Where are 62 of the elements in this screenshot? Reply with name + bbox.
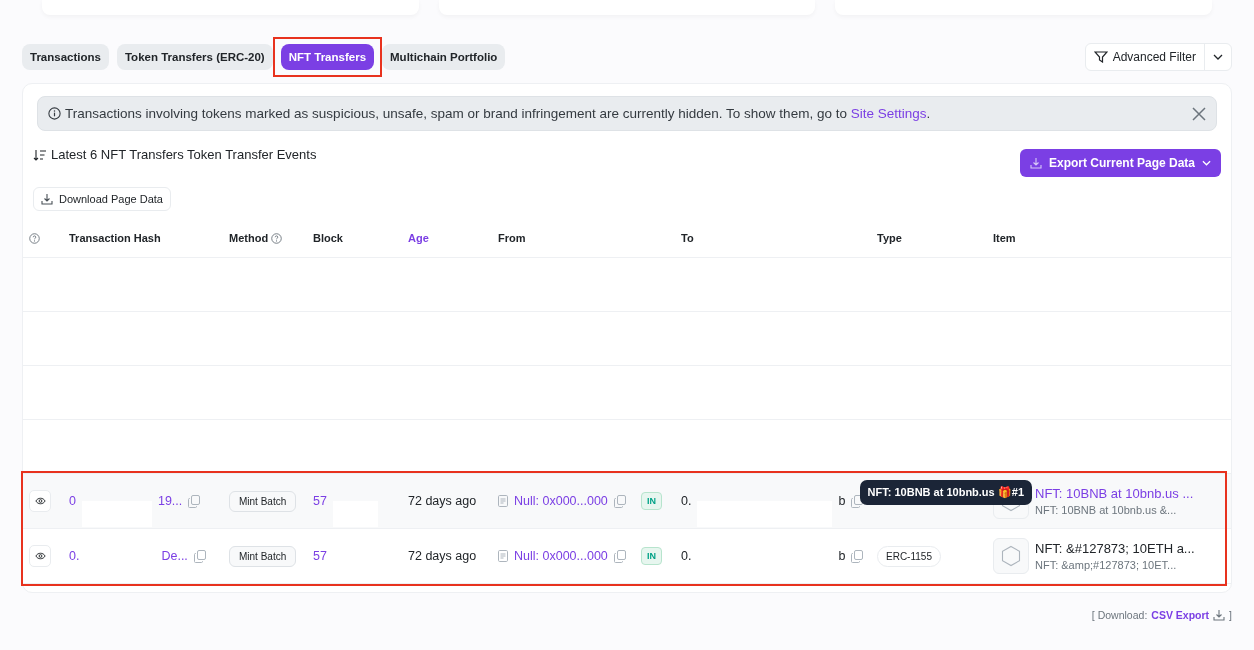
tooltip: NFT: 10BNB at 10bnb.us 🎁#1 xyxy=(859,480,1032,505)
from-address-link[interactable]: Null: 0x000...000 xyxy=(514,494,608,508)
filter-icon xyxy=(1093,51,1108,63)
preview-button[interactable] xyxy=(29,490,51,512)
help-icon xyxy=(29,232,40,244)
sort-icon xyxy=(33,148,47,161)
download-icon xyxy=(1029,157,1042,169)
download-icon xyxy=(41,193,53,205)
eye-icon xyxy=(34,497,46,505)
item-title[interactable]: NFT: 10BNB at 10bnb.us ... xyxy=(1035,486,1194,501)
direction-badge: IN xyxy=(641,547,662,565)
transaction-hash-link[interactable]: De... xyxy=(161,549,188,563)
document-icon xyxy=(498,495,508,507)
column-header[interactable]: Age xyxy=(408,232,498,244)
method-badge: Mint Batch xyxy=(229,490,297,512)
chevron-down-icon xyxy=(1213,54,1223,60)
close-icon xyxy=(1192,106,1206,121)
bracket-text: ] xyxy=(1229,609,1232,621)
item-subtitle: NFT: 10BNB at 10bnb.us &... xyxy=(1035,504,1178,516)
method-badge: Mint Batch xyxy=(229,545,297,567)
column-header: Block xyxy=(313,232,344,244)
to-address-text: b xyxy=(838,494,846,508)
column-header: To xyxy=(681,232,695,244)
age-text: 72 days ago xyxy=(408,549,478,563)
eye-icon xyxy=(34,552,46,560)
chevron-down-icon xyxy=(1202,160,1211,166)
document-icon xyxy=(498,550,508,562)
column-header: Method xyxy=(229,232,313,244)
transaction-hash-link[interactable]: 0. xyxy=(69,549,80,563)
from-address-link[interactable]: Null: 0x000...000 xyxy=(514,549,608,563)
to-address-text: 0. xyxy=(681,494,692,508)
token-type-badge: ERC-1155 xyxy=(877,545,941,567)
item-title: NFT: &#127873; 10ETH a... xyxy=(1035,541,1195,556)
column-header: Type xyxy=(877,232,903,244)
column-header: From xyxy=(498,232,527,244)
transaction-hash-link[interactable]: 19... xyxy=(157,494,183,508)
download-label: [ Download: xyxy=(1091,609,1148,621)
notice-text: Transactions involving tokens marked as suspicious, unsafe, spam or brand infringement are currently hidden. To show them, go to Site Settings. xyxy=(65,106,932,121)
age-text: 72 days ago xyxy=(408,494,478,508)
block-link[interactable]: 57 xyxy=(313,494,327,508)
csv-export-link[interactable]: CSV Export xyxy=(1151,609,1210,621)
close-button[interactable] xyxy=(1192,106,1206,121)
tab[interactable]: Token Transfers (ERC-20) xyxy=(116,44,273,70)
download-icon xyxy=(1213,609,1226,621)
help-icon xyxy=(271,232,283,244)
transaction-hash-link[interactable]: 0 xyxy=(69,494,76,508)
summary-text: Latest 6 NFT Transfers Token Transfer Events xyxy=(51,147,317,162)
preview-button[interactable] xyxy=(29,545,51,567)
to-address-text: 0. xyxy=(681,549,692,563)
column-header: Transaction Hash xyxy=(69,232,162,244)
tab[interactable]: Multichain Portfolio xyxy=(382,44,506,70)
direction-badge: IN xyxy=(641,492,662,510)
item-subtitle: NFT: &amp;#127873; 10ET... xyxy=(1035,559,1178,571)
tab[interactable]: Transactions xyxy=(22,44,109,70)
block-link[interactable]: 57 xyxy=(313,549,327,563)
hexagon-icon xyxy=(1000,545,1022,567)
info-icon xyxy=(48,107,61,120)
export-button[interactable]: Export Current Page Data xyxy=(1019,149,1221,177)
download-button[interactable]: Download Page Data xyxy=(33,187,171,211)
column-header: Item xyxy=(993,232,1017,244)
tab[interactable]: NFT Transfers xyxy=(280,44,375,70)
to-address-text: b xyxy=(838,549,846,563)
